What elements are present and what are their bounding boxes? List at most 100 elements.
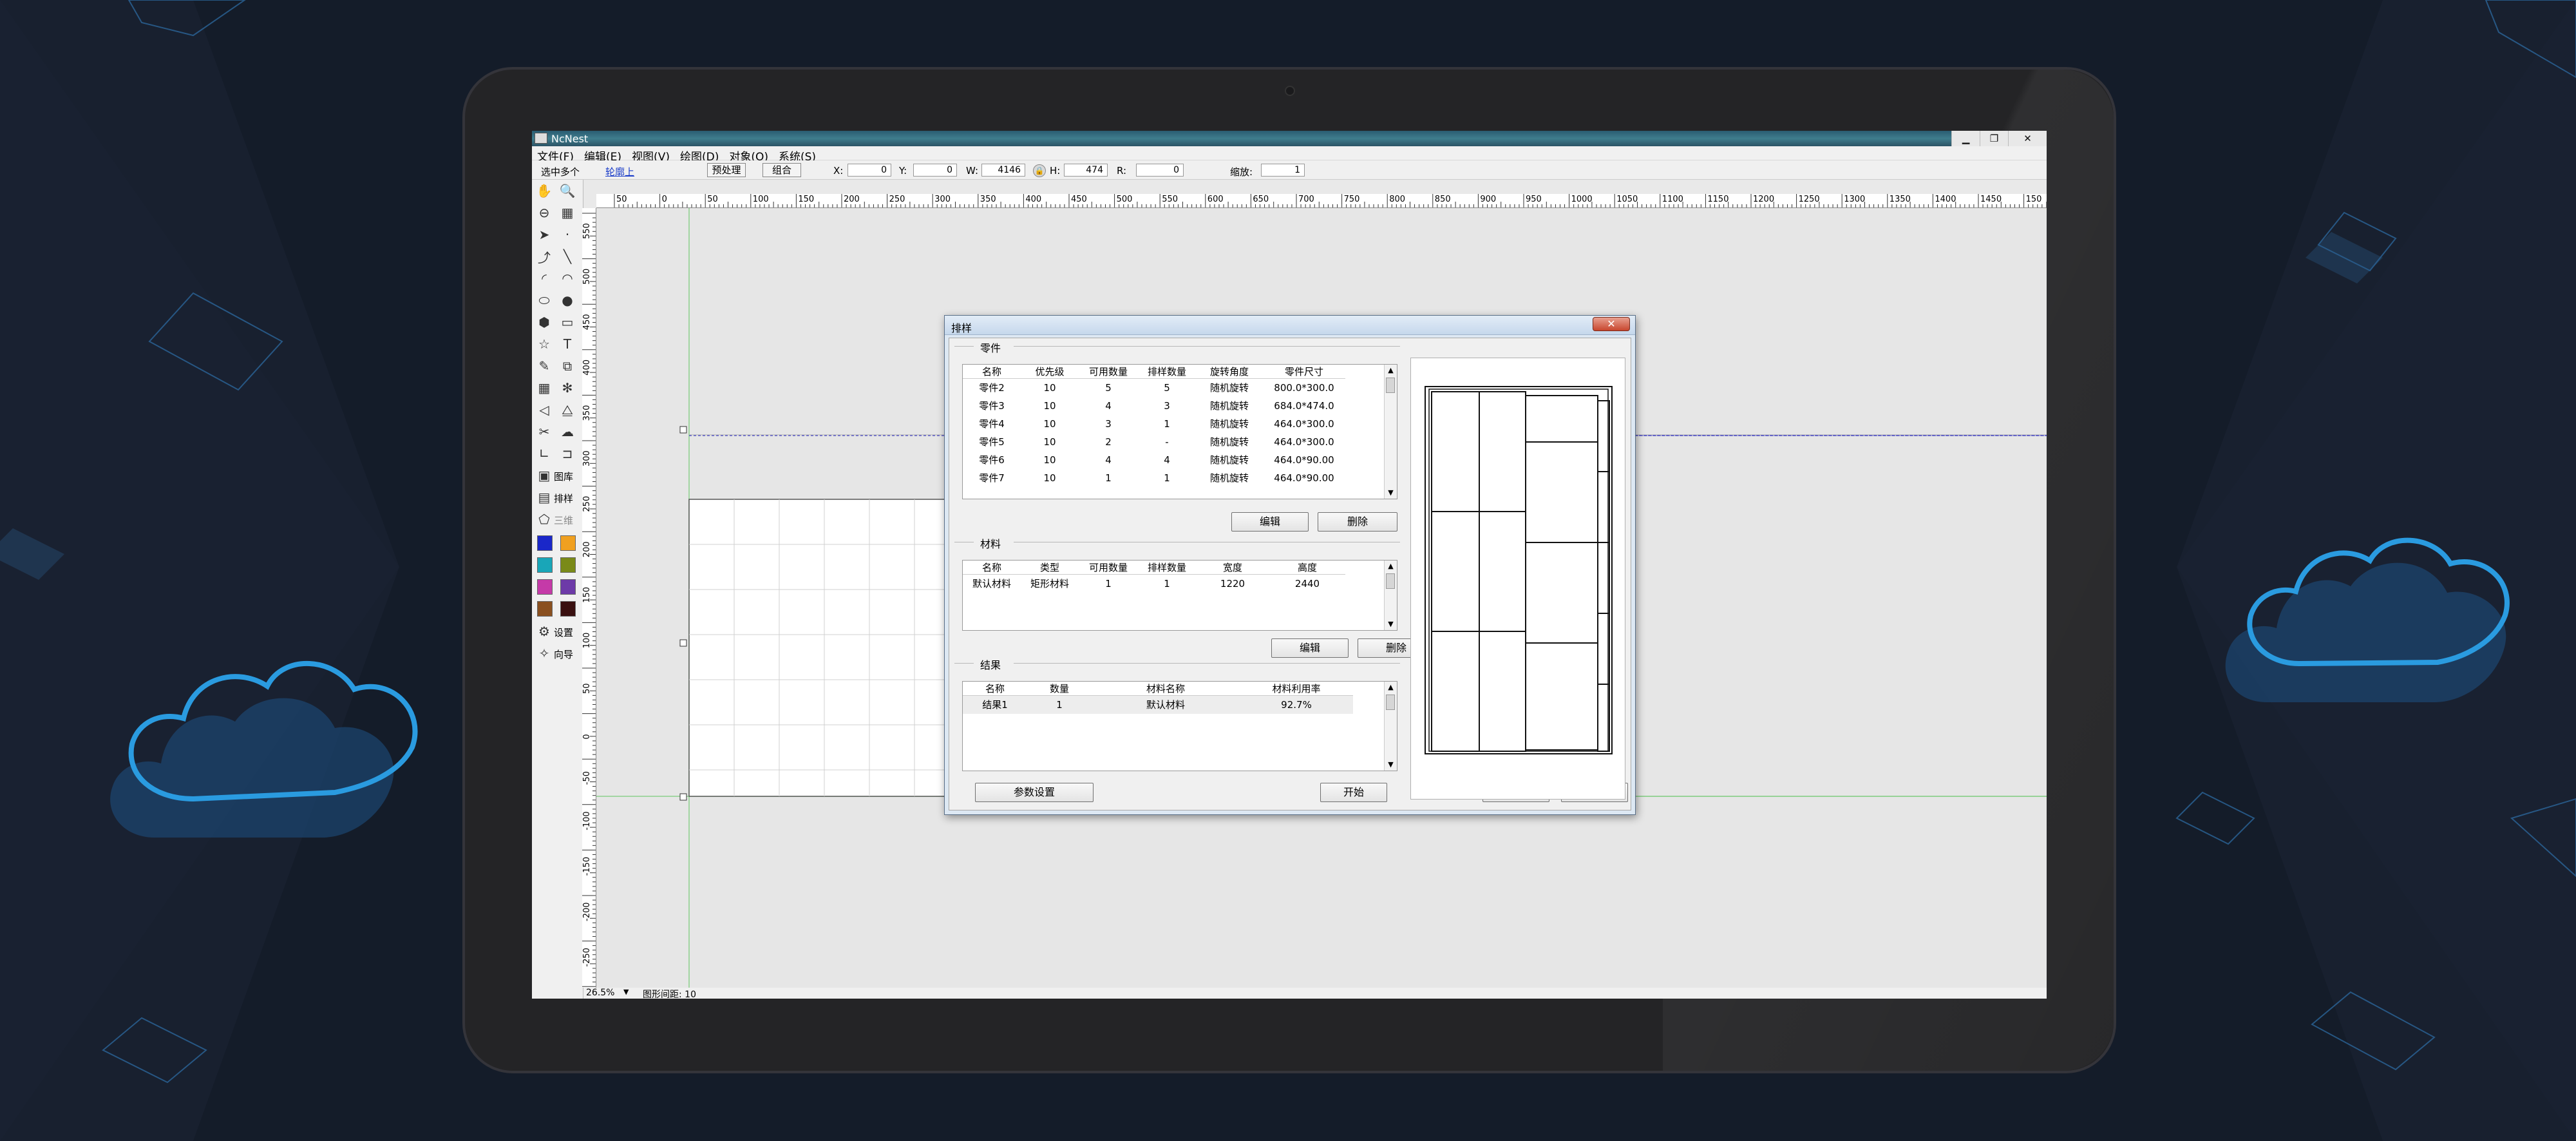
table-row[interactable]: 零件3 10 4 3 随机旋转 684.0*474.0 bbox=[963, 397, 1345, 415]
parts-edit-button[interactable]: 编辑 bbox=[1231, 512, 1309, 532]
app-icon bbox=[535, 133, 547, 144]
preprocess-button[interactable]: 预处理 bbox=[707, 163, 746, 177]
scissors-icon[interactable]: ✂ bbox=[535, 422, 554, 441]
ruler-label: 50 bbox=[582, 683, 592, 694]
color-swatch-orange[interactable] bbox=[560, 535, 576, 551]
color-swatch-blue[interactable] bbox=[537, 535, 553, 551]
parts-scrollbar[interactable]: ▲ ▼ bbox=[1384, 365, 1397, 499]
color-swatch-cyan[interactable] bbox=[537, 557, 553, 573]
table-row[interactable]: 零件6 10 4 4 随机旋转 464.0*90.00 bbox=[963, 451, 1345, 469]
materials-edit-button[interactable]: 编辑 bbox=[1271, 638, 1349, 658]
hand-icon[interactable]: ✋ bbox=[535, 181, 554, 200]
table-row[interactable]: 结果1 1 默认材料 92.7% bbox=[963, 696, 1353, 714]
table-row[interactable]: 零件2 10 5 5 随机旋转 800.0*300.0 bbox=[963, 379, 1345, 397]
table-row[interactable]: 零件7 10 1 1 随机旋转 464.0*90.00 bbox=[963, 469, 1345, 487]
color-swatch-dark[interactable] bbox=[560, 601, 576, 617]
scroll-down-icon[interactable]: ▼ bbox=[1385, 759, 1397, 771]
scroll-down-icon[interactable]: ▼ bbox=[1385, 487, 1397, 499]
y-field[interactable]: 0 bbox=[913, 164, 957, 177]
scroll-up-icon[interactable]: ▲ bbox=[1385, 365, 1397, 376]
three-d-icon[interactable]: ⬠ bbox=[535, 510, 554, 529]
h-field[interactable]: 474 bbox=[1064, 164, 1108, 177]
bracket-icon[interactable]: ⊐ bbox=[558, 444, 577, 463]
color-swatch-purple[interactable] bbox=[560, 579, 576, 595]
zoom-icon[interactable]: 🔍 bbox=[558, 181, 577, 200]
wizard-icon[interactable]: ✧ bbox=[535, 644, 554, 663]
dot-icon[interactable]: · bbox=[558, 225, 577, 244]
minimize-button[interactable]: ▁ bbox=[1951, 131, 1980, 146]
r-field[interactable]: 0 bbox=[1136, 164, 1184, 177]
line-icon[interactable]: ╲ bbox=[558, 247, 577, 266]
wizard-label[interactable]: 向导 bbox=[554, 647, 573, 661]
cell: 1 bbox=[1105, 472, 1112, 484]
array-icon[interactable]: ▦ bbox=[535, 378, 554, 398]
zoom-level[interactable]: 26.5% bbox=[586, 988, 614, 998]
mirror2-icon[interactable]: ⧋ bbox=[558, 400, 577, 419]
circle-icon[interactable]: ● bbox=[558, 291, 577, 310]
nesting-label[interactable]: 排样 bbox=[554, 492, 573, 505]
w-field[interactable]: 4146 bbox=[981, 164, 1025, 177]
results-scrollbar[interactable]: ▲ ▼ bbox=[1384, 682, 1397, 771]
pencil-icon[interactable]: ✎ bbox=[535, 356, 554, 376]
menu-file[interactable]: 文件(F) bbox=[532, 146, 579, 164]
star-icon[interactable]: ☆ bbox=[535, 334, 554, 354]
params-button[interactable]: 参数设置 bbox=[975, 783, 1094, 802]
scroll-thumb[interactable] bbox=[1386, 695, 1395, 710]
library-label[interactable]: 图库 bbox=[554, 470, 573, 483]
grid-view-icon[interactable]: ▦ bbox=[558, 203, 577, 222]
three-d-label[interactable]: 三维 bbox=[554, 513, 573, 527]
ruler-label: -150 bbox=[582, 857, 592, 876]
blob-icon[interactable]: ☁ bbox=[558, 422, 577, 441]
ruler-label: 650 bbox=[1253, 195, 1269, 204]
ruler-label: 800 bbox=[1389, 195, 1405, 204]
table-row[interactable]: 零件5 10 2 - 随机旋转 464.0*300.0 bbox=[963, 433, 1345, 451]
text-icon[interactable]: T bbox=[558, 334, 577, 354]
parts-delete-button[interactable]: 删除 bbox=[1318, 512, 1397, 532]
col-rotation: 旋转角度 bbox=[1209, 366, 1249, 378]
menu-object[interactable]: 对象(O) bbox=[724, 146, 773, 164]
corner-icon[interactable]: ∟ bbox=[535, 444, 554, 463]
pointer-icon[interactable]: ➤ bbox=[535, 225, 554, 244]
menu-draw[interactable]: 绘图(D) bbox=[675, 146, 724, 164]
dialog-close-button[interactable]: ✕ bbox=[1593, 317, 1630, 331]
materials-scrollbar[interactable]: ▲ ▼ bbox=[1384, 561, 1397, 630]
menu-system[interactable]: 系统(S) bbox=[773, 146, 821, 164]
maximize-button[interactable]: ❐ bbox=[1980, 131, 2008, 146]
scroll-thumb[interactable] bbox=[1386, 573, 1395, 589]
arc2-icon[interactable]: ◠ bbox=[558, 269, 577, 288]
start-button[interactable]: 开始 bbox=[1320, 783, 1387, 802]
nesting-icon[interactable]: ▤ bbox=[535, 488, 554, 507]
rectangle-icon[interactable]: ▭ bbox=[558, 312, 577, 332]
arc-icon[interactable]: ◜ bbox=[535, 269, 554, 288]
zoom-out-icon[interactable]: ⊖ bbox=[535, 203, 554, 222]
settings-icon[interactable]: ⚙ bbox=[535, 622, 554, 641]
table-row[interactable]: 默认材料 矩形材料 1 1 1220 2440 bbox=[963, 575, 1345, 593]
scale-field[interactable]: 1 bbox=[1261, 164, 1305, 177]
vertical-ruler: 550 500 450 400 350 300 250 200 150 100 50 0 -50 -100… bbox=[582, 208, 596, 988]
measure-icon[interactable]: ⧉ bbox=[558, 356, 577, 376]
node-edit-icon[interactable]: ⤴ bbox=[535, 247, 554, 266]
color-swatch-magenta[interactable] bbox=[537, 579, 553, 595]
close-button[interactable]: ✕ bbox=[2008, 131, 2047, 146]
mirror-icon[interactable]: ◁ bbox=[535, 400, 554, 419]
scroll-up-icon[interactable]: ▲ bbox=[1385, 682, 1397, 693]
scroll-up-icon[interactable]: ▲ bbox=[1385, 561, 1397, 572]
settings-label[interactable]: 设置 bbox=[554, 626, 573, 639]
color-swatch-olive[interactable] bbox=[560, 557, 576, 573]
scroll-down-icon[interactable]: ▼ bbox=[1385, 618, 1397, 630]
table-row[interactable]: 零件4 10 3 1 随机旋转 464.0*300.0 bbox=[963, 415, 1345, 433]
hexagon-icon[interactable]: ⬢ bbox=[535, 312, 554, 332]
scatter-icon[interactable]: ✻ bbox=[558, 378, 577, 398]
ellipse-icon[interactable]: ⬭ bbox=[535, 291, 554, 310]
color-swatch-brown[interactable] bbox=[537, 601, 553, 617]
library-icon[interactable]: ▣ bbox=[535, 466, 554, 485]
x-field[interactable]: 0 bbox=[848, 164, 891, 177]
col-height: 高度 bbox=[1297, 562, 1317, 573]
menu-view[interactable]: 视图(V) bbox=[627, 146, 675, 164]
contour-link[interactable]: 轮廓上 bbox=[605, 165, 634, 178]
scroll-thumb[interactable] bbox=[1386, 378, 1395, 393]
group-button[interactable]: 组合 bbox=[762, 163, 801, 177]
menu-edit[interactable]: 编辑(E) bbox=[579, 146, 627, 164]
chevron-down-icon[interactable]: ▼ bbox=[623, 988, 629, 996]
lock-icon[interactable]: 🔒 bbox=[1033, 164, 1046, 177]
